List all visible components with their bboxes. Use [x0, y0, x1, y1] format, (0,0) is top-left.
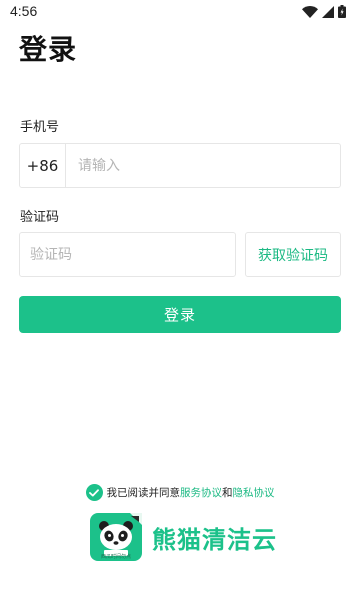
verification-code-input[interactable] [19, 232, 236, 277]
get-code-button[interactable]: 获取验证码 [245, 232, 341, 277]
brand: 西瓜时间勿点 熊猫清洁云 [90, 513, 277, 561]
privacy-agreement-link[interactable]: 隐私协议 [233, 485, 275, 500]
status-time: 4:56 [10, 3, 38, 19]
brand-name: 熊猫清洁云 [152, 525, 277, 554]
agreement-row: 我已阅读并同意 服务协议 和 隐私协议 [0, 484, 360, 501]
phone-field: +86 [19, 143, 341, 188]
agreement-prefix: 我已阅读并同意 [106, 487, 181, 499]
logo-caption: 西瓜时间勿点 [100, 554, 131, 560]
page-title: 登录 [19, 33, 78, 66]
service-agreement-link[interactable]: 服务协议 [180, 485, 222, 500]
phone-label: 手机号 [20, 120, 60, 135]
cell-signal-icon [322, 5, 334, 18]
login-button[interactable]: 登录 [19, 296, 341, 333]
code-label: 验证码 [20, 210, 60, 225]
panda-logo: 西瓜时间勿点 [90, 513, 142, 561]
wifi-icon [302, 5, 318, 18]
phone-input[interactable] [66, 144, 340, 187]
status-icons [302, 5, 346, 18]
country-code[interactable]: +86 [20, 144, 66, 187]
checkmark-icon [89, 488, 99, 496]
battery-icon [338, 5, 346, 18]
agreement-checkbox[interactable] [85, 484, 103, 501]
status-bar: 4:56 [0, 0, 360, 24]
agreement-conjunction: 和 [222, 487, 233, 499]
